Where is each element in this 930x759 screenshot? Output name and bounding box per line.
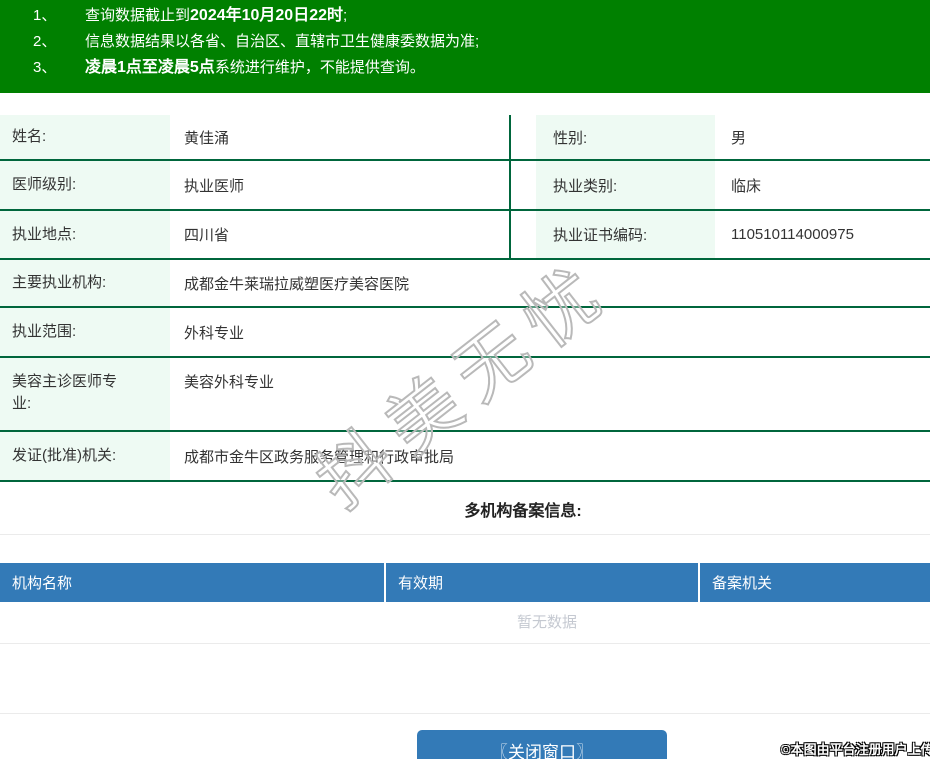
- info-value-main-institution: 成都金牛莱瑞拉威塑医疗美容医院: [184, 275, 410, 293]
- info-label-gender: 性别:: [536, 115, 715, 159]
- info-row-issuing-authority: 发证(批准)机关: 成都市金牛区政务服务管理和行政审批局: [0, 432, 930, 482]
- info-label-issuing-authority: 发证(批准)机关:: [0, 432, 170, 480]
- notice-number: 3、: [33, 59, 57, 76]
- close-window-button[interactable]: 〖关闭窗口〗: [417, 730, 667, 759]
- notice-line-2: 2、 信息数据结果以各省、自治区、直辖市卫生健康委数据为准;: [0, 29, 930, 55]
- notice-text: 查询数据截止到: [85, 7, 191, 24]
- section-title-multi-org-filing: 多机构备案信息:: [464, 503, 582, 520]
- info-row-main-institution: 主要执业机构: 成都金牛莱瑞拉威塑医疗美容医院: [0, 260, 930, 308]
- info-value-gender: 男: [731, 129, 747, 147]
- notice-text: ;: [343, 7, 348, 24]
- info-value-level: 执业医师: [170, 161, 511, 209]
- notice-line-1: 1、 查询数据截止到2024年10月20日22时;: [0, 3, 930, 29]
- info-row-name-gender: 姓名: 黄佳涌 性别: 男: [0, 115, 930, 161]
- info-value-category: 临床: [731, 177, 762, 195]
- divider: [0, 643, 930, 644]
- notice-line-3: 3、 凌晨1点至凌晨5点系统进行维护，不能提供查询。: [0, 55, 930, 81]
- upload-caption: ©本图由平台注册用户上传: [781, 742, 930, 757]
- filing-header-validity: 有效期: [386, 563, 698, 602]
- page: 1、 查询数据截止到2024年10月20日22时; 2、 信息数据结果以各省、自治区…: [0, 0, 930, 759]
- info-value-location: 四川省: [170, 211, 511, 258]
- info-label-location: 执业地点:: [0, 211, 170, 258]
- info-row-level-category: 医师级别: 执业医师 执业类别: 临床: [0, 161, 930, 211]
- filing-table-header: 机构名称 有效期 备案机关: [0, 563, 930, 602]
- info-label-license-number: 执业证书编码:: [536, 211, 715, 258]
- notice-text: 信息数据结果以各省、自治区、直辖市卫生健康委数据为准;: [85, 33, 480, 50]
- info-value-name: 黄佳涌: [170, 115, 511, 159]
- empty-data-text: 暂无数据: [516, 614, 577, 631]
- divider: [0, 534, 930, 535]
- info-value-license-number: 110510114000975: [731, 226, 854, 243]
- notice-bold-text: 凌晨1点至凌晨5点: [85, 59, 215, 76]
- notice-banner: 1、 查询数据截止到2024年10月20日22时; 2、 信息数据结果以各省、自治区…: [0, 0, 930, 93]
- info-label-level: 医师级别:: [0, 161, 170, 209]
- info-label-category: 执业类别:: [536, 161, 715, 209]
- info-value-issuing-authority: 成都市金牛区政务服务管理和行政审批局: [184, 448, 455, 466]
- info-label-name: 姓名:: [0, 115, 170, 159]
- info-value-practice-scope: 外科专业: [184, 324, 245, 342]
- filing-header-filing-authority: 备案机关: [700, 563, 930, 602]
- info-label-practice-scope: 执业范围:: [0, 308, 170, 356]
- doctor-info-table: 姓名: 黄佳涌 性别: 男 医师级别: 执业医师 执业类别: 临床 执业地点: …: [0, 115, 930, 482]
- info-row-location-license: 执业地点: 四川省 执业证书编码: 110510114000975: [0, 211, 930, 260]
- info-row-cosmetic-specialty: 美容主诊医师专业: 美容外科专业: [0, 358, 930, 432]
- filing-header-institution-name: 机构名称: [0, 563, 384, 602]
- info-label-cosmetic-specialty: 美容主诊医师专业:: [0, 358, 170, 430]
- divider: [0, 713, 930, 714]
- info-row-practice-scope: 执业范围: 外科专业: [0, 308, 930, 358]
- notice-text: 系统进行维护，不能提供查询。: [214, 59, 425, 76]
- notice-bold-text: 2024年10月20日22时: [190, 7, 344, 24]
- notice-number: 1、: [33, 7, 57, 24]
- info-value-cosmetic-specialty: 美容外科专业: [184, 374, 275, 391]
- notice-number: 2、: [33, 33, 57, 50]
- info-label-main-institution: 主要执业机构:: [0, 260, 170, 306]
